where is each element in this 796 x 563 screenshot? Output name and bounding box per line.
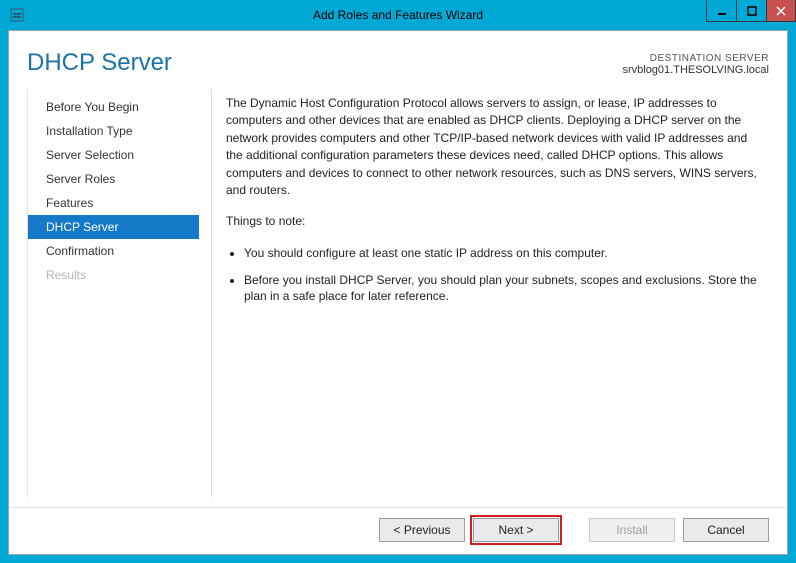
button-gap [567, 518, 581, 542]
window-controls [706, 0, 796, 22]
titlebar: Add Roles and Features Wizard [0, 0, 796, 30]
page-title: DHCP Server [27, 49, 622, 77]
nav-installation-type[interactable]: Installation Type [28, 119, 199, 143]
previous-button[interactable]: < Previous [379, 518, 465, 542]
destination-label: DESTINATION SERVER [622, 53, 769, 64]
cancel-button[interactable]: Cancel [683, 518, 769, 542]
header: DHCP Server DESTINATION SERVER srvblog01… [9, 31, 787, 89]
nav-before-you-begin[interactable]: Before You Begin [28, 95, 199, 119]
nav-dhcp-server[interactable]: DHCP Server [28, 215, 199, 239]
minimize-button[interactable] [706, 0, 736, 22]
note-item: Before you install DHCP Server, you shou… [244, 272, 763, 306]
nav-server-roles[interactable]: Server Roles [28, 167, 199, 191]
nav-server-selection[interactable]: Server Selection [28, 143, 199, 167]
note-heading: Things to note: [226, 213, 763, 230]
window-title: Add Roles and Features Wizard [0, 8, 796, 22]
wizard-nav: Before You Begin Installation Type Serve… [27, 89, 199, 497]
wizard-window: Add Roles and Features Wizard DHCP Serve… [0, 0, 796, 563]
note-list: You should configure at least one static… [226, 245, 763, 305]
nav-confirmation[interactable]: Confirmation [28, 239, 199, 263]
destination-block: DESTINATION SERVER srvblog01.THESOLVING.… [622, 53, 769, 76]
footer: < Previous Next > Install Cancel [9, 507, 787, 554]
close-button[interactable] [766, 0, 796, 22]
nav-results: Results [28, 263, 199, 287]
maximize-button[interactable] [736, 0, 766, 22]
intro-text: The Dynamic Host Configuration Protocol … [226, 95, 763, 199]
client-area: DHCP Server DESTINATION SERVER srvblog01… [8, 30, 788, 555]
next-button[interactable]: Next > [473, 518, 559, 542]
body: Before You Begin Installation Type Serve… [9, 89, 787, 507]
install-button: Install [589, 518, 675, 542]
nav-features[interactable]: Features [28, 191, 199, 215]
destination-name: srvblog01.THESOLVING.local [622, 64, 769, 76]
content: The Dynamic Host Configuration Protocol … [212, 89, 769, 497]
app-icon [8, 6, 26, 24]
note-item: You should configure at least one static… [244, 245, 763, 262]
